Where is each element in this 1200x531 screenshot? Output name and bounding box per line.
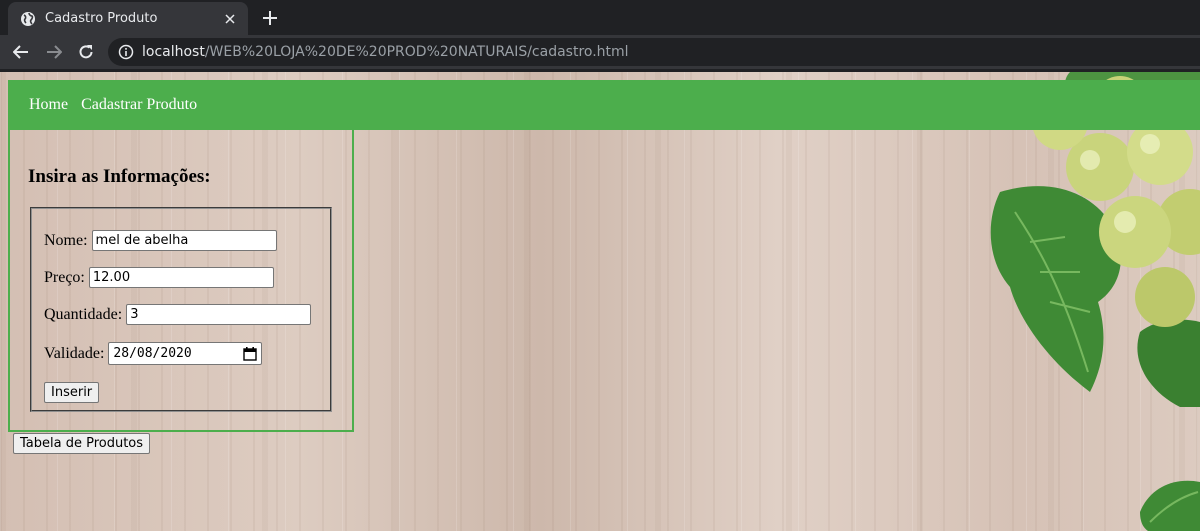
calendar-icon[interactable] xyxy=(243,346,258,361)
url-path: /WEB%20LOJA%20DE%20PROD%20NATURAIS/cadas… xyxy=(204,44,629,60)
inserir-button[interactable]: Inserir xyxy=(44,382,100,403)
forward-arrow-icon[interactable] xyxy=(45,43,63,61)
nav-link-home[interactable]: Home xyxy=(29,96,68,114)
info-icon[interactable] xyxy=(118,44,134,60)
reload-icon[interactable] xyxy=(77,43,95,61)
nav-link-cadastrar-produto[interactable]: Cadastrar Produto xyxy=(81,96,197,114)
nome-input[interactable] xyxy=(91,230,277,251)
tabela-de-produtos-button[interactable]: Tabela de Produtos xyxy=(13,433,151,454)
nome-row: Nome: xyxy=(44,230,277,251)
preco-label: Preço: xyxy=(44,268,85,286)
leaf-decoration xyxy=(1140,480,1200,531)
tab-title: Cadastro Produto xyxy=(45,11,158,26)
browser-toolbar: localhost/WEB%20LOJA%20DE%20PROD%20NATUR… xyxy=(0,35,1200,69)
address-bar[interactable]: localhost/WEB%20LOJA%20DE%20PROD%20NATUR… xyxy=(108,38,1200,66)
product-fieldset: Nome: Preço: Quantidade: Validade: 28/08… xyxy=(30,207,332,412)
form-container: Insira as Informações: Nome: Preço: Quan… xyxy=(8,130,354,432)
globe-icon xyxy=(21,11,35,26)
quantidade-label: Quantidade: xyxy=(44,305,123,323)
browser-tab-bar: Cadastro Produto xyxy=(0,0,1200,35)
nome-label: Nome: xyxy=(44,231,88,249)
close-tab-icon[interactable] xyxy=(222,11,238,27)
validade-value: 28/08/2020 xyxy=(113,346,192,361)
main-menu: Home Cadastrar Produto xyxy=(8,80,1200,130)
browser-tab[interactable]: Cadastro Produto xyxy=(8,2,248,35)
validade-row: Validade: 28/08/2020 xyxy=(44,342,263,365)
quantidade-row: Quantidade: xyxy=(44,304,312,325)
preco-input[interactable] xyxy=(88,267,274,288)
back-arrow-icon[interactable] xyxy=(12,43,30,61)
new-tab-icon[interactable] xyxy=(260,8,280,28)
quantidade-input[interactable] xyxy=(126,304,312,325)
validade-label: Validade: xyxy=(44,344,105,362)
url-host: localhost xyxy=(142,44,205,60)
validade-date-input[interactable]: 28/08/2020 xyxy=(108,342,263,365)
form-heading: Insira as Informações: xyxy=(28,166,211,187)
preco-row: Preço: xyxy=(44,267,274,288)
page-viewport: Home Cadastrar Produto Insira as Informa… xyxy=(0,72,1200,531)
